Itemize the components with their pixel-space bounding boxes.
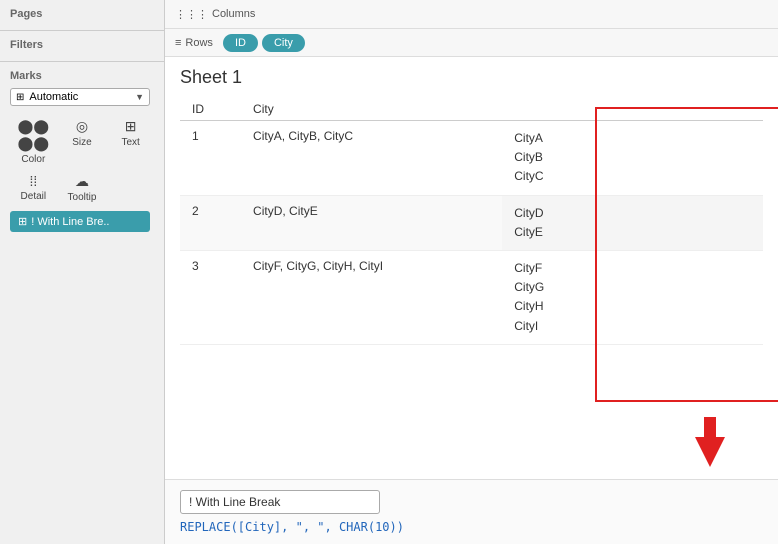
marks-text-btn[interactable]: ⊞ Text	[107, 114, 154, 167]
rows-row: ≡ Rows ID City	[165, 28, 778, 56]
tooltip-icon: ☁	[75, 173, 89, 190]
id-pill[interactable]: ID	[223, 34, 258, 52]
rows-icon: ≡	[175, 37, 181, 49]
columns-label: ⋮⋮⋮ Columns	[175, 8, 255, 21]
with-line-break-icon: ⊞	[18, 215, 27, 228]
row2-empty	[722, 195, 763, 250]
table-row: 3 CityF, CityG, CityH, CityI CityFCityGC…	[180, 250, 763, 344]
table-icon: ⊞	[16, 92, 24, 103]
row2-expanded: CityDCityE	[502, 195, 722, 250]
marks-detail-btn[interactable]: ⁞⁞ Detail	[10, 169, 57, 205]
with-line-break-button[interactable]: ⊞ ! With Line Bre..	[10, 211, 150, 232]
col-header-expanded	[502, 98, 722, 121]
row3-city: CityF, CityG, CityH, CityI	[241, 250, 502, 344]
col-header-city: City	[241, 98, 502, 121]
marks-dropdown-label: Automatic	[29, 91, 78, 103]
row1-expanded: CityACityBCityC	[502, 121, 722, 196]
with-line-break-label: ! With Line Bre..	[31, 216, 109, 228]
row1-empty	[722, 121, 763, 196]
pages-section: Pages	[0, 0, 164, 31]
city-pill[interactable]: City	[262, 34, 305, 52]
bottom-panel: REPLACE([City], ", ", CHAR(10))	[165, 479, 778, 544]
data-table: ID City 1 CityA, CityB, CityC CityACityB…	[180, 98, 763, 345]
columns-text: Columns	[212, 8, 255, 20]
table-row: 1 CityA, CityB, CityC CityACityBCityC	[180, 121, 763, 196]
pages-title: Pages	[10, 8, 154, 20]
marks-dropdown[interactable]: ⊞ Automatic ▼	[10, 88, 150, 106]
col-header-id: ID	[180, 98, 241, 121]
rows-label: ≡ Rows	[175, 37, 213, 49]
sheet-title: Sheet 1	[180, 67, 763, 88]
rows-text: Rows	[185, 37, 213, 49]
marks-section: Marks ⊞ Automatic ▼ ⬤⬤⬤⬤ Color ◎ Size ⊞ …	[0, 62, 164, 238]
marks-size-btn[interactable]: ◎ Size	[59, 114, 106, 167]
table-row: 2 CityD, CityE CityDCityE	[180, 195, 763, 250]
sheet-area: Sheet 1 ID City 1 CityA, CityB, CityC Ci…	[165, 57, 778, 479]
columns-icon: ⋮⋮⋮	[175, 8, 208, 21]
columns-row: ⋮⋮⋮ Columns	[165, 0, 778, 28]
row1-id: 1	[180, 121, 241, 196]
formula-code: REPLACE([City], ", ", CHAR(10))	[180, 520, 763, 534]
size-icon: ◎	[76, 118, 88, 135]
marks-tooltip-btn[interactable]: ☁ Tooltip	[59, 169, 106, 205]
row2-city: CityD, CityE	[241, 195, 502, 250]
filters-title: Filters	[10, 39, 154, 51]
sidebar: Pages Filters Marks ⊞ Automatic ▼ ⬤⬤⬤⬤ C…	[0, 0, 165, 544]
row1-city: CityA, CityB, CityC	[241, 121, 502, 196]
main-area: ⋮⋮⋮ Columns ≡ Rows ID City Sheet 1 ID Ci…	[165, 0, 778, 544]
toolbar: ⋮⋮⋮ Columns ≡ Rows ID City	[165, 0, 778, 57]
detail-icon: ⁞⁞	[29, 173, 37, 189]
row3-expanded: CityFCityGCityHCityI	[502, 250, 722, 344]
marks-title: Marks	[10, 70, 154, 82]
formula-name-input[interactable]	[180, 490, 380, 514]
marks-buttons: ⬤⬤⬤⬤ Color ◎ Size ⊞ Text ⁞⁞ Detail ☁ Too…	[10, 114, 154, 205]
filters-section: Filters	[0, 31, 164, 62]
row2-id: 2	[180, 195, 241, 250]
text-icon: ⊞	[125, 118, 137, 135]
col-header-empty	[722, 98, 763, 121]
marks-color-btn[interactable]: ⬤⬤⬤⬤ Color	[10, 114, 57, 167]
dropdown-arrow-icon: ▼	[135, 92, 144, 102]
color-dots-icon: ⬤⬤⬤⬤	[18, 118, 49, 152]
arrow-indicator	[680, 417, 740, 470]
row3-id: 3	[180, 250, 241, 344]
row3-empty	[722, 250, 763, 344]
